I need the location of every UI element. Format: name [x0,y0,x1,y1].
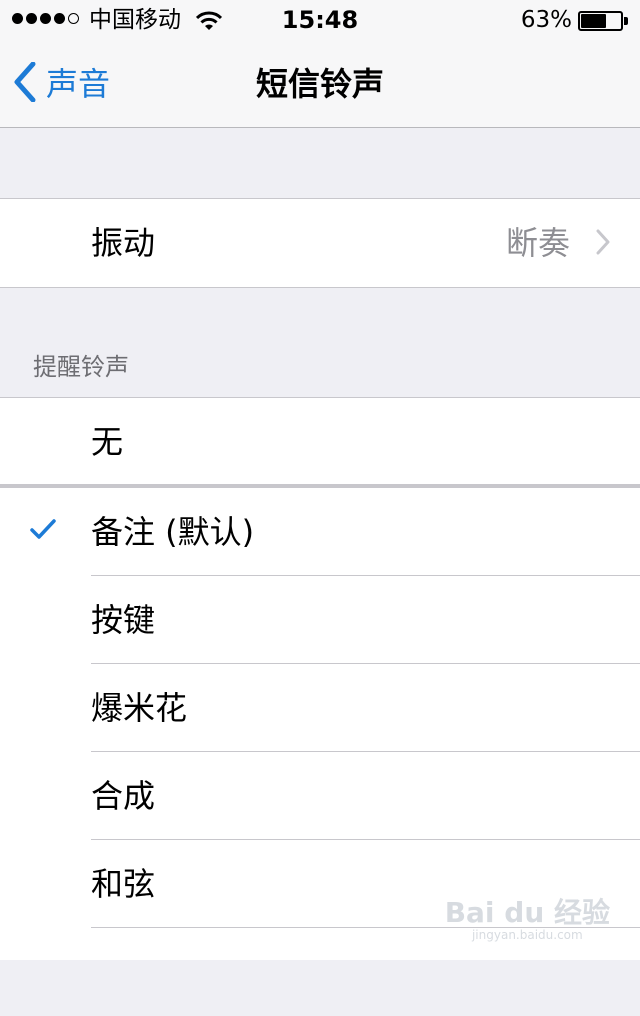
battery-icon [578,11,628,31]
vibration-label: 振动 [91,224,156,262]
alert-tones-section-header: 提醒铃声 [33,353,129,381]
tone-row[interactable]: 合成 [0,752,640,840]
tone-label: 备注 (默认) [91,513,255,551]
tone-none-label: 无 [91,423,124,461]
none-tone-group: 无 [0,397,640,486]
battery-percentage: 63% [520,7,572,33]
watermark-logo: Bai du 经验 [444,896,610,929]
tone-row[interactable]: 备注 (默认) [0,488,640,576]
page-title: 短信铃声 [255,65,384,103]
tone-label: 按键 [91,601,156,639]
checkmark-icon [30,518,56,544]
chevron-right-icon [596,229,610,259]
status-bar: 中国移动 15:48 63% [0,0,640,40]
tones-list: 备注 (默认) 按键 爆米花 合成 和弦 [0,488,640,960]
tone-row[interactable]: 爆米花 [0,664,640,752]
navigation-bar: 声音 短信铃声 [0,40,640,128]
tone-label: 合成 [91,777,156,815]
tone-row[interactable]: 按键 [0,576,640,664]
tone-label: 爆米花 [91,689,188,727]
vibration-group: 振动 断奏 [0,198,640,288]
tone-label: 和弦 [91,865,156,903]
vibration-value: 断奏 [505,224,570,262]
watermark-url: jingyan.baidu.com [471,928,583,942]
watermark: Bai du 经验 jingyan.baidu.com [444,896,610,943]
vibration-row[interactable]: 振动 断奏 [0,199,640,287]
tone-none-row[interactable]: 无 [0,398,640,486]
